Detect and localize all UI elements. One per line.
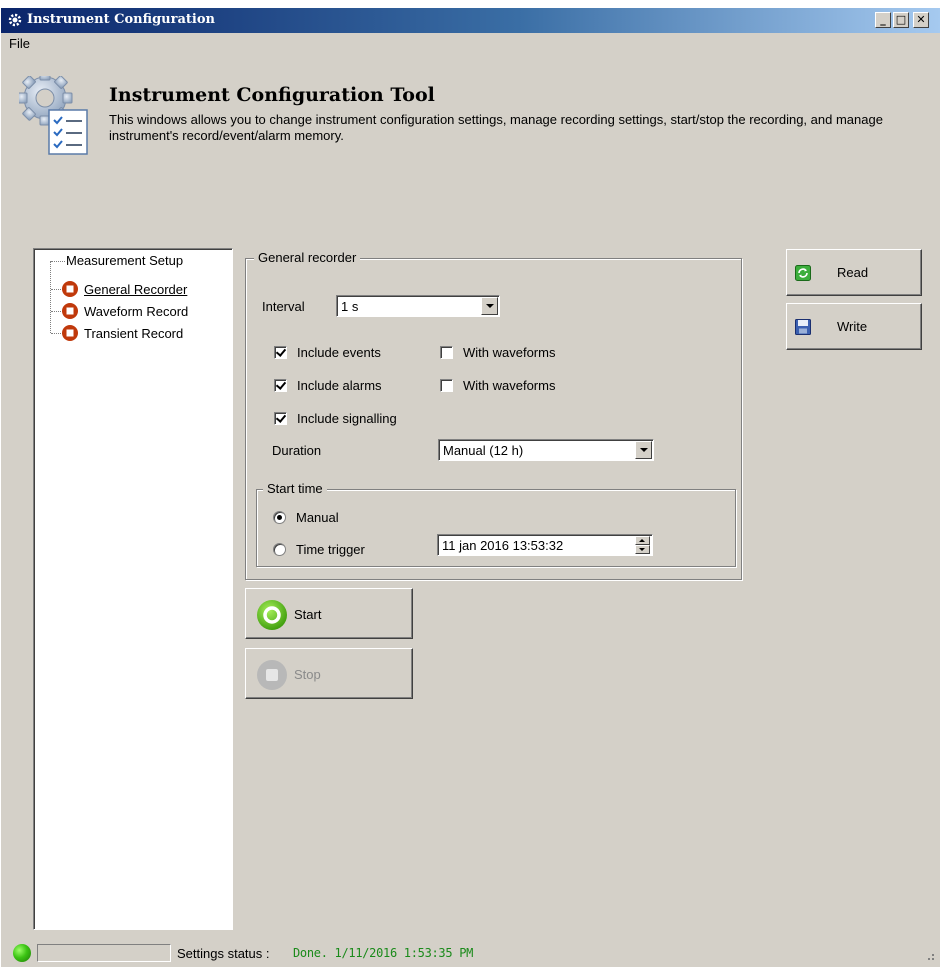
write-button[interactable]: Write (786, 303, 922, 350)
spin-down-icon[interactable] (635, 545, 650, 554)
checkbox-box[interactable] (440, 345, 453, 359)
include-signalling-checkbox[interactable]: Include signalling (274, 409, 397, 427)
chevron-down-icon[interactable] (635, 441, 652, 459)
alarms-with-waveforms-checkbox[interactable]: With waveforms (440, 376, 555, 394)
checkbox-label: Include events (297, 344, 381, 360)
checkbox-label: With waveforms (463, 377, 556, 393)
checkbox-label: With waveforms (463, 344, 556, 360)
checkbox-label: Include signalling (297, 410, 397, 426)
tree-item-label: Waveform Record (84, 303, 189, 319)
page-title: Instrument Configuration Tool (109, 84, 435, 106)
tree-item-label: General Recorder (84, 281, 188, 297)
stop-button[interactable]: Stop (245, 648, 413, 699)
events-with-waveforms-checkbox[interactable]: With waveforms (440, 343, 555, 361)
close-button[interactable]: ✕ (913, 12, 929, 28)
record-icon (62, 281, 78, 297)
interval-value: 1 s (341, 299, 359, 314)
duration-select[interactable]: Manual (12 h) (438, 439, 654, 461)
record-icon (62, 325, 78, 341)
page-description: This windows allows you to change instru… (109, 112, 883, 143)
radio-dot[interactable] (273, 510, 286, 524)
radio-dot[interactable] (273, 542, 286, 556)
maximize-button[interactable]: □ (893, 12, 909, 28)
menu-file[interactable]: File (9, 36, 30, 51)
minimize-button[interactable]: _ (875, 12, 891, 28)
menu-bar: File (1, 33, 940, 54)
start-datetime-picker[interactable]: 11 jan 2016 13:53:32 (437, 534, 653, 556)
refresh-icon (795, 265, 811, 281)
app-window: Instrument Configuration _ □ ✕ File Inst… (0, 8, 940, 967)
duration-label: Duration (272, 443, 322, 458)
read-label: Read (837, 265, 869, 280)
radio-label: Time trigger (296, 541, 365, 557)
window-title: Instrument Configuration (27, 12, 215, 27)
write-label: Write (837, 319, 868, 334)
checkbox-box[interactable] (274, 345, 287, 359)
gear-icon (8, 13, 22, 27)
settings-tree[interactable]: Measurement Setup General Recorder Wavef… (33, 248, 233, 930)
radio-label: Manual (296, 509, 339, 525)
tree-item-waveform-record[interactable]: Waveform Record (60, 301, 188, 321)
include-events-checkbox[interactable]: Include events (274, 343, 381, 361)
duration-value: Manual (12 h) (443, 443, 524, 458)
include-alarms-checkbox[interactable]: Include alarms (274, 376, 382, 394)
tree-connector (50, 261, 51, 333)
status-bar: Settings status : Done. 1/11/2016 1:53:3… (1, 938, 940, 967)
save-icon (795, 319, 811, 335)
checkbox-box[interactable] (274, 411, 287, 425)
chevron-down-icon[interactable] (481, 297, 498, 315)
checkbox-label: Include alarms (297, 377, 382, 393)
start-icon (257, 600, 287, 630)
spin-up-icon[interactable] (635, 536, 650, 545)
title-bar[interactable]: Instrument Configuration _ □ ✕ (1, 8, 940, 33)
status-value: Done. 1/11/2016 1:53:35 PM (293, 946, 474, 960)
settings-checklist-icon (19, 76, 88, 155)
start-button[interactable]: Start (245, 588, 413, 639)
read-button[interactable]: Read (786, 249, 922, 296)
time-trigger-radio[interactable]: Time trigger (273, 540, 365, 558)
general-recorder-group: General recorder Interval 1 s Include ev… (245, 250, 742, 580)
tree-root-measurement-setup[interactable]: Measurement Setup (66, 253, 183, 268)
tree-item-transient-record[interactable]: Transient Record (60, 323, 183, 343)
checkbox-box[interactable] (274, 378, 287, 392)
interval-select[interactable]: 1 s (336, 295, 500, 317)
checkbox-box[interactable] (440, 378, 453, 392)
stop-label: Stop (294, 667, 321, 682)
start-label: Start (294, 607, 322, 622)
resize-grip-icon[interactable] (923, 949, 935, 961)
status-led-icon (13, 944, 31, 962)
tree-connector (51, 261, 65, 262)
group-legend: General recorder (254, 250, 361, 265)
status-label: Settings status : (177, 946, 270, 961)
tree-item-general-recorder[interactable]: General Recorder (60, 279, 187, 299)
interval-label: Interval (262, 299, 305, 314)
manual-radio[interactable]: Manual (273, 508, 339, 526)
datetime-value: 11 jan 2016 13:53:32 (442, 538, 564, 553)
stop-icon (257, 660, 287, 690)
start-time-group: Start time Manual Time trigger 11 jan 20… (256, 481, 736, 567)
tree-item-label: Transient Record (84, 325, 184, 341)
status-progress-bar (37, 944, 171, 962)
record-icon (62, 303, 78, 319)
group-legend: Start time (263, 481, 327, 496)
